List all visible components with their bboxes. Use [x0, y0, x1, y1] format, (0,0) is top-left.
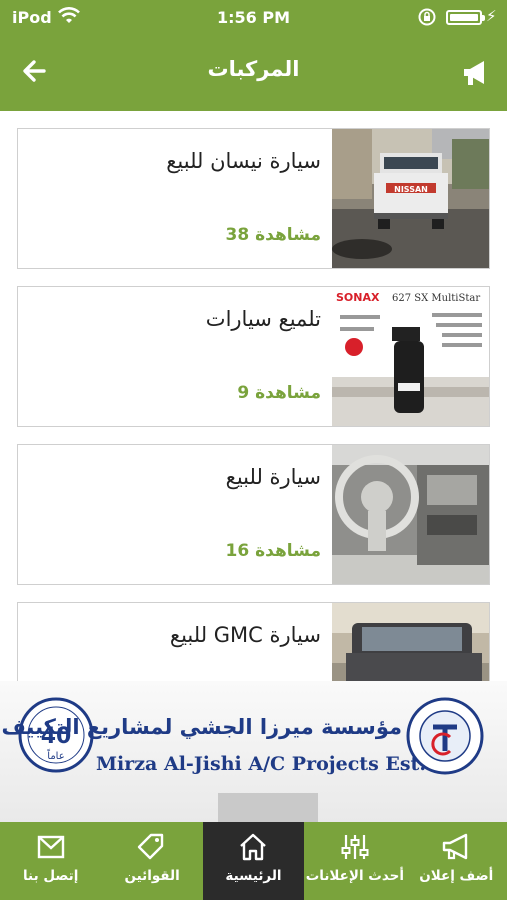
tab-laws[interactable]: القوائين	[101, 822, 202, 900]
listing-card[interactable]: NISSAN سيارة نيسان للبيع مشاهدة 38	[17, 128, 490, 269]
listing-card[interactable]: سيارة للبيع مشاهدة 16	[17, 444, 490, 585]
megaphone-icon[interactable]	[458, 56, 492, 90]
svg-text:627 SX MultiStar: 627 SX MultiStar	[392, 293, 480, 304]
battery-icon	[446, 10, 485, 25]
banner-arabic-text: مؤسسة ميرزا الجشي لمشاريع التكييف	[1, 715, 403, 739]
listing-card[interactable]: SONAX 627 SX MultiStar تلميع سيارات مشاه…	[17, 286, 490, 427]
banner-english-text: Mirza Al-Jishi A/C Projects Est.	[96, 753, 426, 775]
tab-bar: إتصل بنا القوائين الرئيسية أحدث الإعلانا…	[0, 822, 507, 900]
tab-add-ad[interactable]: أضف إعلان	[406, 822, 507, 900]
ad-banner[interactable]: 40 عاماً مؤسسة ميرزا الجشي لمشاريع التكي…	[0, 681, 507, 822]
listings-list: NISSAN سيارة نيسان للبيع مشاهدة 38 SONAX…	[0, 111, 507, 681]
company-logo	[406, 697, 484, 775]
listing-title: تلميع سيارات	[205, 307, 321, 331]
charging-icon: ⚡	[486, 7, 497, 25]
listing-views: مشاهدة 38	[225, 225, 321, 245]
svg-text:NISSAN: NISSAN	[394, 185, 428, 194]
listing-image	[332, 445, 489, 584]
tab-label: إتصل بنا	[22, 868, 79, 884]
tab-label: أضف إعلان	[419, 868, 494, 884]
listing-title: سيارة GMC للبيع	[169, 623, 321, 647]
megaphone-icon	[443, 833, 468, 860]
tab-home[interactable]: الرئيسية	[202, 822, 305, 900]
listing-image: NISSAN	[332, 129, 489, 268]
listing-title: سيارة للبيع	[225, 465, 321, 489]
tag-icon	[137, 833, 164, 860]
listing-image	[332, 603, 489, 681]
listing-image: SONAX 627 SX MultiStar	[332, 287, 489, 426]
listing-card[interactable]: سيارة GMC للبيع	[17, 602, 490, 681]
status-bar: iPod 1:56 PM ⚡	[0, 0, 507, 34]
navigation-bar: المركبات	[0, 34, 507, 111]
tab-contact-us[interactable]: إتصل بنا	[0, 822, 101, 900]
listing-views: مشاهدة 16	[225, 541, 321, 561]
home-icon	[240, 833, 267, 861]
svg-text:SONAX: SONAX	[336, 291, 380, 304]
mail-icon	[37, 835, 64, 859]
banner-building-graphic	[218, 793, 318, 822]
page-title: المركبات	[207, 57, 300, 81]
tab-label: القوائين	[124, 868, 180, 884]
listing-title: سيارة نيسان للبيع	[166, 149, 321, 173]
orientation-lock-icon	[418, 8, 436, 26]
listing-views: مشاهدة 9	[237, 383, 321, 403]
sliders-icon	[341, 835, 369, 859]
tab-label: أحدث الإعلانات	[305, 868, 404, 884]
tab-latest-ads[interactable]: أحدث الإعلانات	[304, 822, 405, 900]
tab-label: الرئيسية	[225, 868, 282, 884]
